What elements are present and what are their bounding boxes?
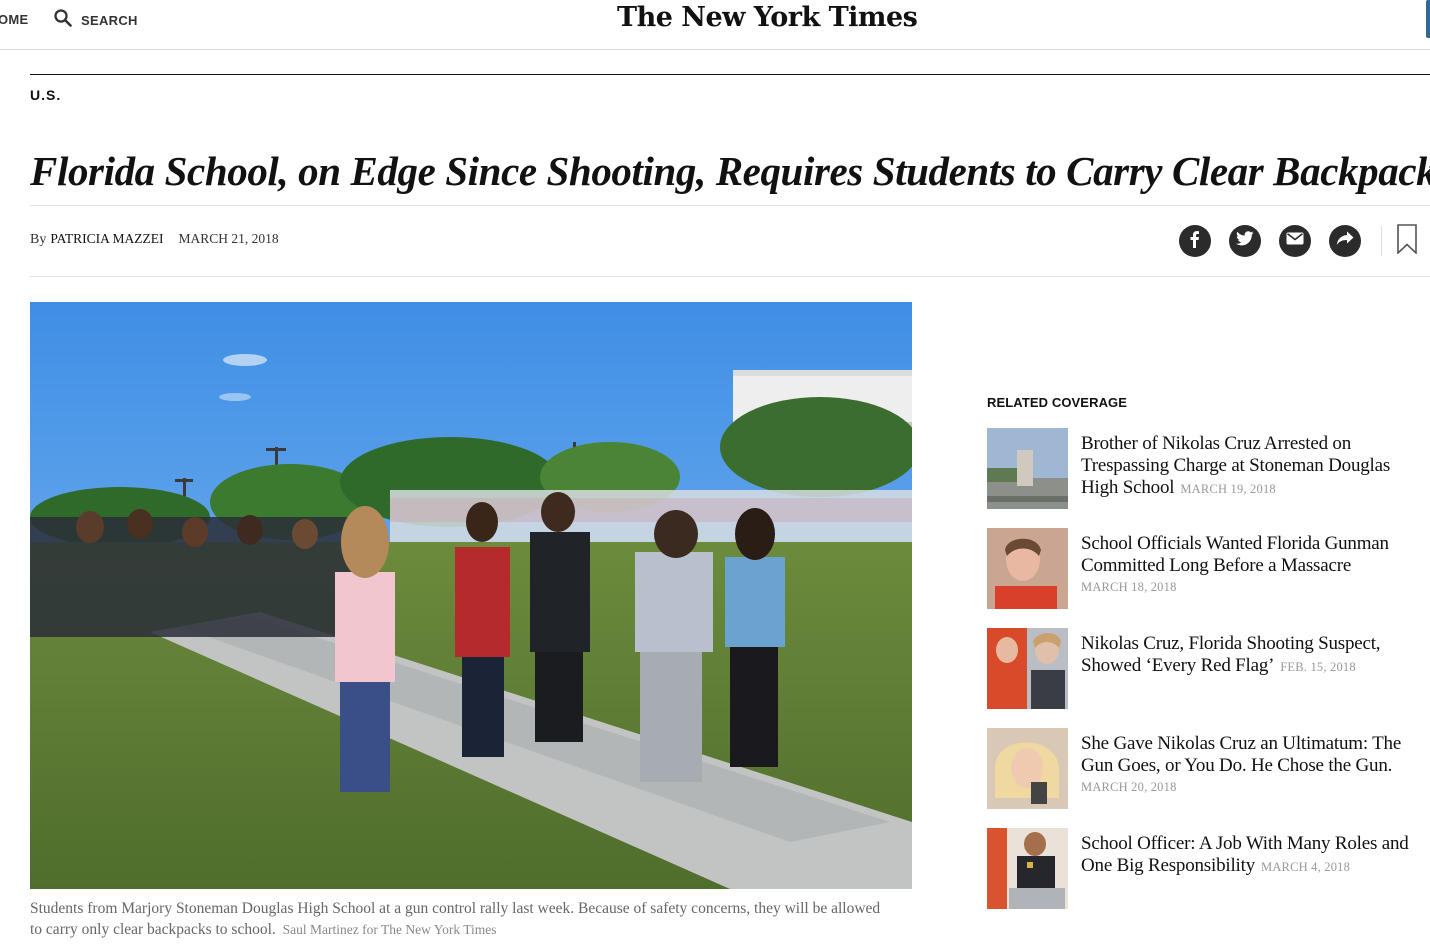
home-link[interactable]: OME xyxy=(0,12,29,27)
related-link[interactable]: She Gave Nikolas Cruz an Ultimatum: The … xyxy=(1081,733,1430,795)
author-link[interactable]: PATRICIA MAZZEI xyxy=(50,231,163,247)
related-item-2[interactable]: School Officials Wanted Florida Gunman C… xyxy=(987,528,1430,609)
section-rule xyxy=(30,74,1430,75)
related-date: MARCH 18, 2018 xyxy=(1081,580,1177,594)
related-date: FEB. 15, 2018 xyxy=(1280,660,1356,674)
photo-caption: Students from Marjory Stoneman Douglas H… xyxy=(30,898,890,940)
related-headline: School Officials Wanted Florida Gunman C… xyxy=(1081,533,1389,576)
students-walking-photo xyxy=(30,302,912,889)
save-bookmark-button[interactable] xyxy=(1396,223,1418,259)
related-thumbnail xyxy=(987,828,1068,909)
related-coverage-heading: RELATED COVERAGE xyxy=(987,395,1128,410)
account-button-edge[interactable] xyxy=(1426,0,1430,38)
twitter-icon xyxy=(1236,231,1254,251)
related-date: MARCH 20, 2018 xyxy=(1081,780,1177,794)
email-icon xyxy=(1286,232,1304,250)
bookmark-icon xyxy=(1397,223,1417,259)
share-icon xyxy=(1336,231,1354,251)
related-headline: School Officer: A Job With Many Roles an… xyxy=(1081,833,1409,876)
related-item-5[interactable]: School Officer: A Job With Many Roles an… xyxy=(987,828,1430,909)
related-item-4[interactable]: She Gave Nikolas Cruz an Ultimatum: The … xyxy=(987,728,1430,809)
related-thumbnail xyxy=(987,528,1068,609)
facebook-share-button[interactable] xyxy=(1179,225,1211,257)
search-icon xyxy=(54,8,72,32)
related-link[interactable]: Brother of Nikolas Cruz Arrested on Tres… xyxy=(1081,433,1430,500)
twitter-share-button[interactable] xyxy=(1229,225,1261,257)
related-link[interactable]: School Officer: A Job With Many Roles an… xyxy=(1081,833,1430,878)
share-divider xyxy=(1381,226,1382,256)
facebook-icon xyxy=(1187,230,1203,253)
photo-credit: Saul Martinez for The New York Times xyxy=(282,922,497,937)
publish-date: MARCH 21, 2018 xyxy=(178,231,279,246)
related-headline: She Gave Nikolas Cruz an Ultimatum: The … xyxy=(1081,733,1402,776)
related-thumbnail xyxy=(987,628,1068,709)
nyt-logo[interactable]: The New York Times xyxy=(617,2,918,33)
related-thumbnail xyxy=(987,428,1068,509)
article-headline: Florida School, on Edge Since Shooting, … xyxy=(30,148,1430,194)
related-item-3[interactable]: Nikolas Cruz, Florida Shooting Suspect, … xyxy=(987,628,1430,709)
byline-divider xyxy=(30,276,1430,277)
related-date: MARCH 19, 2018 xyxy=(1180,482,1276,496)
headline-divider xyxy=(30,205,1430,206)
search-button[interactable]: SEARCH xyxy=(54,8,138,32)
related-date: MARCH 4, 2018 xyxy=(1261,860,1351,874)
byline: By PATRICIA MAZZEI MARCH 21, 2018 xyxy=(30,231,279,248)
masthead-bar: OME SEARCH The New York Times xyxy=(0,0,1430,50)
share-toolbar xyxy=(1179,223,1418,259)
section-kicker[interactable]: U.S. xyxy=(30,87,61,103)
search-label: SEARCH xyxy=(81,12,138,28)
related-link[interactable]: School Officials Wanted Florida Gunman C… xyxy=(1081,533,1430,595)
email-share-button[interactable] xyxy=(1279,225,1311,257)
related-item-1[interactable]: Brother of Nikolas Cruz Arrested on Tres… xyxy=(987,428,1430,509)
lead-photo[interactable] xyxy=(30,302,912,889)
related-link[interactable]: Nikolas Cruz, Florida Shooting Suspect, … xyxy=(1081,633,1430,678)
more-share-button[interactable] xyxy=(1329,225,1361,257)
related-thumbnail xyxy=(987,728,1068,809)
byline-prefix: By xyxy=(30,232,47,247)
